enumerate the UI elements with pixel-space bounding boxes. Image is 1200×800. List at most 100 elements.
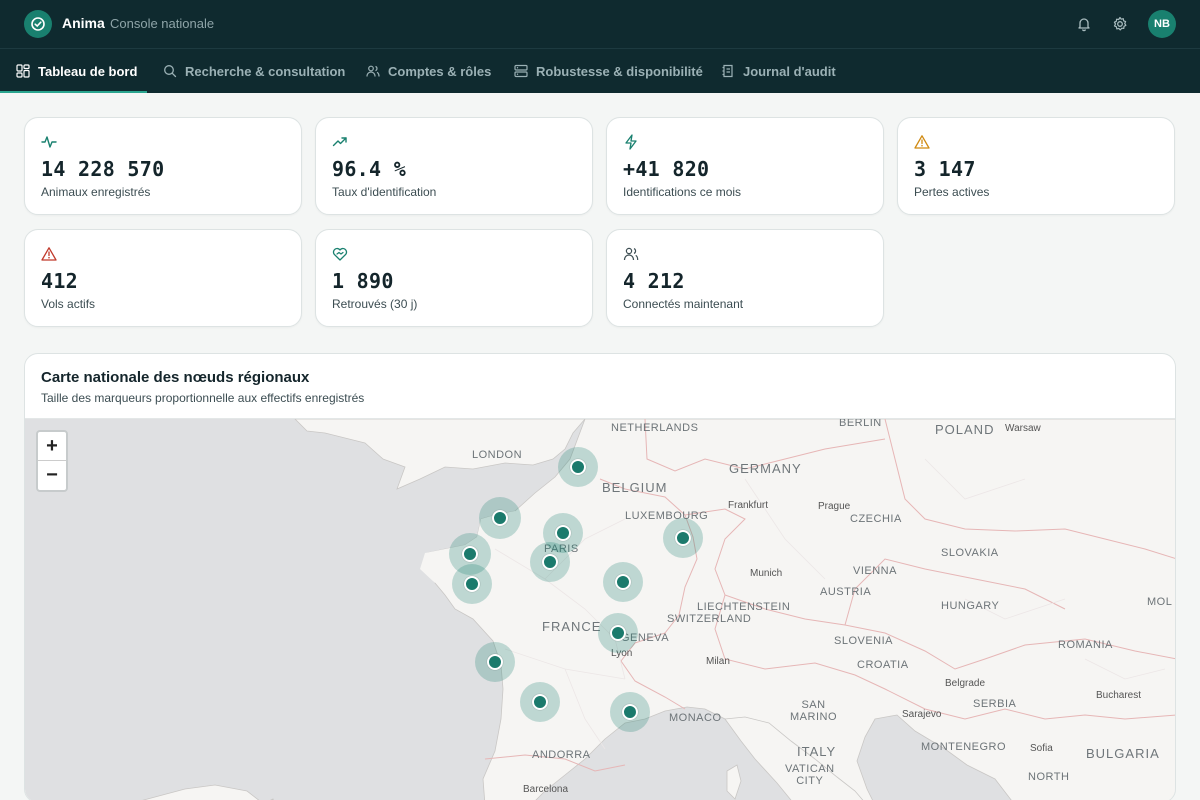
map-label: Sarajevo (902, 709, 942, 720)
map-label: LUXEMBOURG (625, 510, 709, 522)
region-node-marker[interactable] (520, 682, 560, 722)
tab-search[interactable]: Recherche & consultation (163, 49, 345, 93)
map-label: GERMANY (729, 461, 802, 476)
stat-value: 4 212 (623, 269, 685, 293)
zap-icon (623, 134, 639, 150)
map-label: CZECHIA (850, 513, 902, 525)
region-node-marker[interactable] (663, 518, 703, 558)
map-label: NETHERLANDS (611, 422, 699, 434)
zoom-out-button[interactable]: − (38, 461, 66, 490)
stat-value: +41 820 (623, 157, 710, 181)
region-node-marker[interactable] (452, 564, 492, 604)
app-name: Anima (62, 15, 105, 31)
map-label: Milan (706, 656, 730, 667)
tab-dashboard[interactable]: Tableau de bord (16, 49, 137, 93)
map-label: POLAND (935, 422, 995, 437)
map-label: AUSTRIA (820, 586, 872, 598)
alert-icon (41, 246, 57, 262)
stat-label: Vols actifs (41, 297, 96, 311)
stat-value: 1 890 (332, 269, 394, 293)
trending-up-icon (332, 134, 348, 150)
map-label: MONACO (669, 712, 722, 724)
map-label: MOL (1147, 596, 1173, 608)
map-label: MONTENEGRO (921, 741, 1007, 753)
tab-label: Tableau de bord (38, 63, 138, 79)
map-label: LONDON (472, 449, 523, 461)
map-panel-subtitle: Taille des marqueurs proportionnelle aux… (41, 391, 365, 405)
search-icon (163, 64, 177, 78)
region-node-marker[interactable] (530, 542, 570, 582)
stat-value: 14 228 570 (41, 157, 165, 181)
stat-value: 96.4 % (332, 157, 407, 181)
map-panel-title: Carte nationale des nœuds régionaux (41, 369, 310, 386)
stat-card-connected: 4 212 Connectés maintenant (606, 229, 884, 327)
map-label: SAN MARINO (790, 699, 837, 723)
stat-label: Identifications ce mois (623, 185, 742, 199)
stat-label: Taux d'identification (332, 185, 437, 199)
dashboard-icon (16, 64, 30, 78)
audit-log-icon (721, 64, 735, 78)
map-label: Munich (750, 568, 783, 579)
map-label: Sofia (1030, 743, 1053, 754)
map-label: SERBIA (973, 698, 1017, 710)
tab-label: Journal d'audit (743, 63, 836, 79)
active-tab-indicator (0, 91, 147, 93)
stat-label: Animaux enregistrés (41, 185, 151, 199)
app-logo-icon[interactable] (24, 10, 52, 38)
map-label: NORTH (1028, 771, 1070, 783)
region-node-marker[interactable] (479, 497, 521, 539)
region-node-marker[interactable] (475, 642, 515, 682)
map-label: ROMANIA (1058, 639, 1113, 651)
map-label: Belgrade (945, 678, 986, 689)
stat-card-identifications-month: +41 820 Identifications ce mois (606, 117, 884, 215)
map-label: BERLIN (839, 418, 882, 429)
users-icon (623, 246, 639, 262)
stat-label: Retrouvés (30 j) (332, 297, 418, 311)
map-label: HUNGARY (941, 600, 1000, 612)
tab-label: Robustesse & disponibilité (536, 63, 703, 79)
map-label: SLOVENIA (834, 635, 894, 647)
avatar[interactable]: NB (1148, 10, 1176, 38)
zoom-controls: + − (36, 430, 68, 492)
zoom-in-button[interactable]: + (38, 432, 66, 461)
region-node-marker[interactable] (603, 562, 643, 602)
stat-value: 3 147 (914, 157, 976, 181)
map-label: Frankfurt (728, 500, 769, 511)
region-node-marker[interactable] (558, 447, 598, 487)
bell-icon[interactable] (1074, 14, 1094, 34)
map-label: VIENNA (853, 565, 897, 577)
map-label: ANDORRA (532, 749, 591, 761)
stat-label: Pertes actives (914, 185, 990, 199)
map-label: BULGARIA (1086, 746, 1160, 761)
map-label: Prague (818, 501, 851, 512)
stat-card-animals: 14 228 570 Animaux enregistrés (24, 117, 302, 215)
stat-card-found: 1 890 Retrouvés (30 j) (315, 229, 593, 327)
tab-accounts[interactable]: Comptes & rôles (366, 49, 491, 93)
main-nav: Tableau de bord Recherche & consultation… (0, 48, 1200, 93)
map-panel: Carte nationale des nœuds régionaux Tail… (24, 353, 1176, 800)
map-label: Barcelona (523, 784, 569, 795)
tab-audit-log[interactable]: Journal d'audit (721, 49, 836, 93)
map-label: VATICAN CITY (785, 763, 835, 787)
map-canvas[interactable]: NETHERLANDS BERLIN POLAND Warsaw LONDON … (25, 418, 1175, 800)
region-node-marker[interactable] (610, 692, 650, 732)
heart-handshake-icon (332, 246, 348, 262)
stat-value: 412 (41, 269, 79, 293)
stat-card-thefts: 412 Vols actifs (24, 229, 302, 327)
map-label: LIECHTENSTEIN (697, 601, 791, 613)
map-label: SLOVAKIA (941, 547, 999, 559)
map-label: SWITZERLAND (667, 613, 752, 625)
server-icon (514, 64, 528, 78)
users-icon (366, 64, 380, 78)
warning-icon (914, 134, 930, 150)
map-label: CROATIA (857, 659, 909, 671)
map-label: ITALY (797, 744, 837, 759)
tab-robustness[interactable]: Robustesse & disponibilité (514, 49, 703, 93)
map-label: Bucharest (1096, 690, 1142, 701)
tab-label: Recherche & consultation (185, 63, 346, 79)
tab-label: Comptes & rôles (388, 63, 492, 79)
region-node-marker[interactable] (598, 613, 638, 653)
gear-icon[interactable] (1110, 14, 1130, 34)
app-subtitle: Console nationale (110, 16, 215, 31)
stat-card-identification-rate: 96.4 % Taux d'identification (315, 117, 593, 215)
